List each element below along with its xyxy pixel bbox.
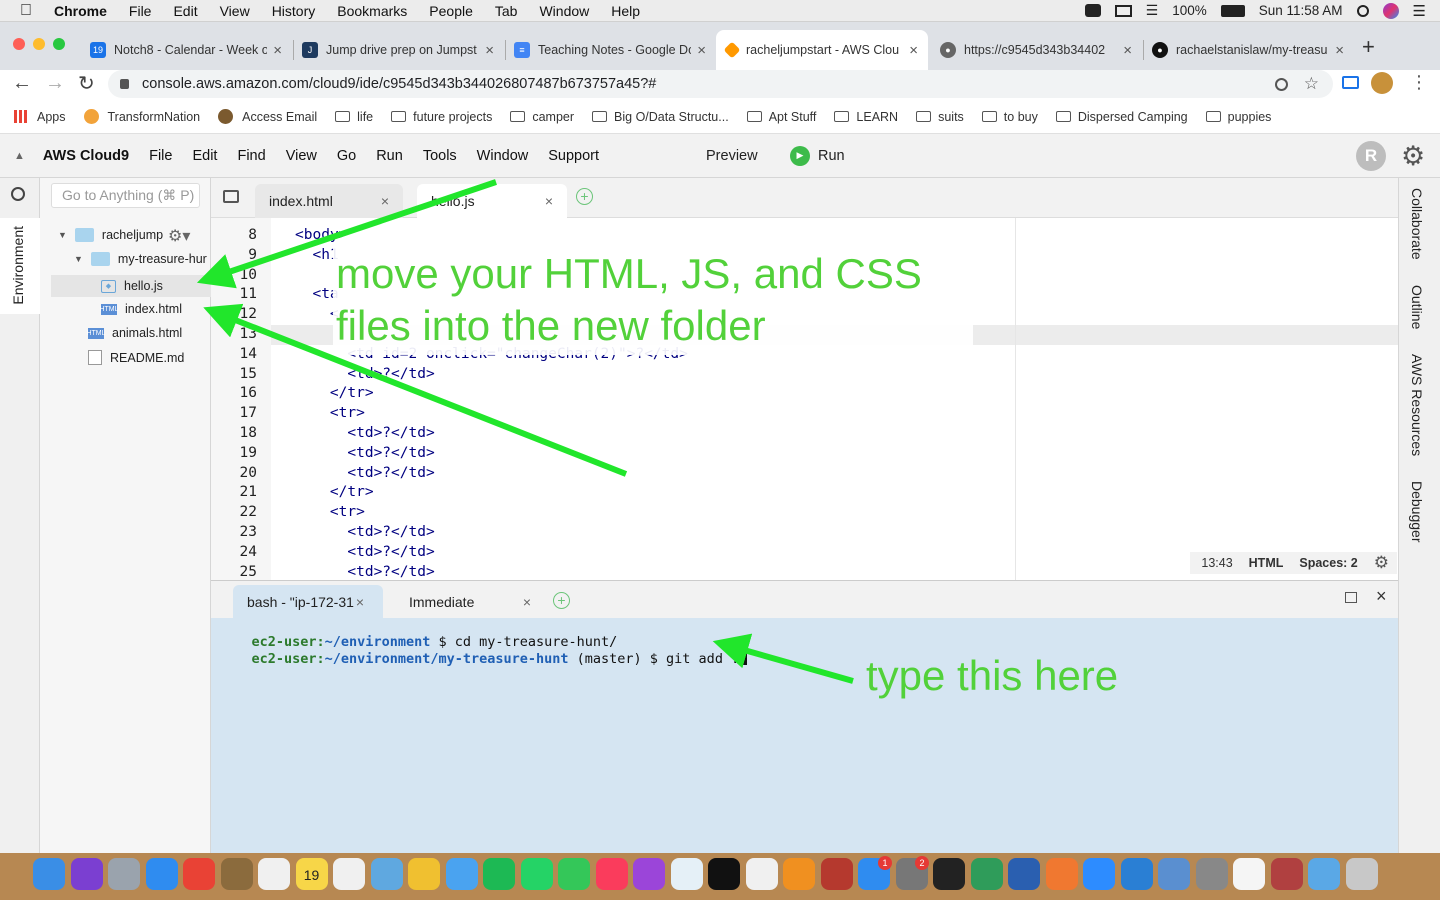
arrow-to-terminal-command	[712, 633, 854, 684]
arrow-to-index-html	[203, 303, 628, 477]
arrow-to-hello-js	[196, 179, 497, 289]
annotation-arrows	[196, 179, 854, 684]
